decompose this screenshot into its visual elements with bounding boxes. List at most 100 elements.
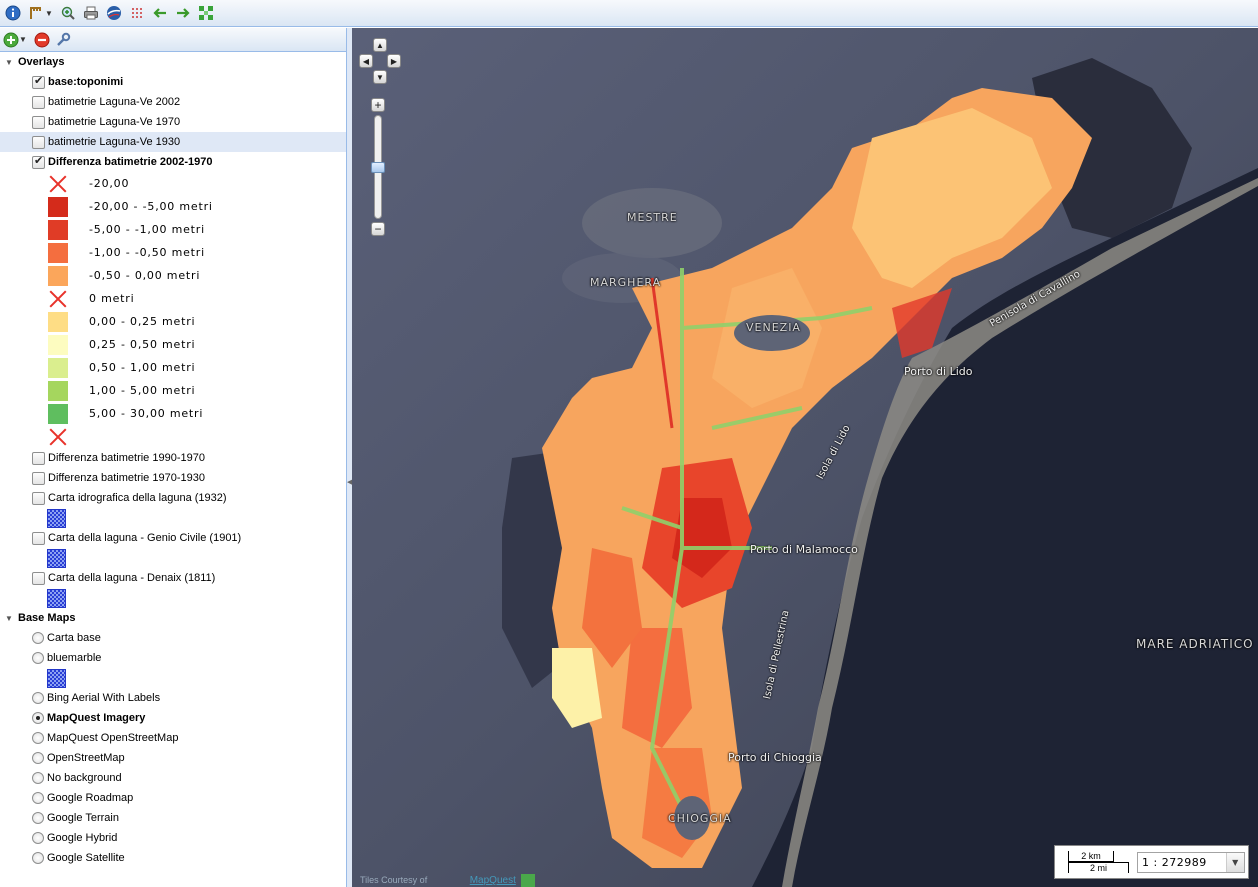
base-map-item[interactable]: MapQuest OpenStreetMap (0, 728, 346, 748)
legend-label: 0 metri (89, 292, 135, 305)
measure-dropdown-icon[interactable]: ▼ (45, 9, 53, 18)
base-map-radio[interactable] (32, 832, 44, 844)
layer-label: Differenza batimetrie 1970-1930 (48, 472, 205, 484)
base-map-item[interactable]: MapQuest Imagery (0, 708, 346, 728)
base-map-radio[interactable] (32, 692, 44, 704)
measure-clear-icon[interactable] (128, 4, 147, 23)
layer-checkbox[interactable] (32, 451, 45, 465)
attribution-link[interactable]: MapQuest (470, 875, 516, 886)
layer-checkbox[interactable] (32, 95, 45, 109)
legend-swatch (48, 265, 68, 286)
overlay-layer-item[interactable]: batimetrie Laguna-Ve 2002 (0, 92, 346, 112)
layer-checkbox[interactable] (32, 471, 45, 485)
legend-swatch (48, 357, 68, 378)
legend-row: 1,00 - 5,00 metri (0, 379, 346, 402)
add-layer-icon[interactable] (3, 32, 19, 48)
base-map-item[interactable]: Google Terrain (0, 808, 346, 828)
pan-down-button[interactable]: ▼ (373, 70, 387, 84)
zoom-slider-handle[interactable] (371, 162, 385, 173)
base-map-radio[interactable] (32, 652, 44, 664)
overlay-layer-item[interactable]: Carta idrografica della laguna (1932) (0, 488, 346, 508)
legend: -20,00 -20,00 - -5,00 metri -5,00 - -1,00 … (0, 172, 346, 448)
layer-legend-thumbnail (0, 508, 346, 528)
layer-panel-toolbar: ▼ (0, 28, 346, 52)
layer-checkbox[interactable] (32, 531, 45, 545)
base-map-radio[interactable] (32, 852, 44, 864)
base-map-radio[interactable] (32, 632, 44, 644)
overlay-layer-item[interactable]: batimetrie Laguna-Ve 1970 (0, 112, 346, 132)
scale-select[interactable]: 1 : 272989 ▼ (1137, 852, 1245, 873)
print-icon[interactable] (82, 4, 101, 23)
legend-row: -0,50 - 0,00 metri (0, 264, 346, 287)
overlays-folder[interactable]: ▼ Overlays (0, 52, 346, 72)
overlay-layer-item[interactable]: Carta della laguna - Denaix (1811) (0, 568, 346, 588)
layer-checkbox[interactable] (32, 491, 45, 505)
legend-label: -1,00 - -0,50 metri (89, 246, 205, 259)
map-label-venezia: VENEZIA (746, 321, 801, 334)
info-icon[interactable] (3, 4, 22, 23)
base-maps-folder[interactable]: ▼ Base Maps (0, 608, 346, 628)
add-layer-dropdown-icon[interactable]: ▼ (19, 35, 27, 44)
overlay-layer-item[interactable]: Differenza batimetrie 1970-1930 (0, 468, 346, 488)
base-map-item[interactable]: Google Hybrid (0, 828, 346, 848)
base-map-item[interactable]: Carta base (0, 628, 346, 648)
overlay-layer-item[interactable]: Differenza batimetrie 2002-1970 (0, 152, 346, 172)
overlay-layer-item[interactable]: Differenza batimetrie 1990-1970 (0, 448, 346, 468)
map-label-mare-adriatico: MARE ADRIATICO (1136, 637, 1254, 651)
base-map-item[interactable]: bluemarble (0, 648, 346, 668)
map-label-marghera: MARGHERA (590, 276, 662, 289)
layer-checkbox[interactable] (32, 154, 45, 169)
google-earth-icon[interactable] (105, 4, 124, 23)
back-arrow-icon[interactable] (151, 4, 170, 23)
layer-checkbox[interactable] (32, 115, 45, 129)
layer-label: OpenStreetMap (47, 752, 125, 764)
layer-label: MapQuest OpenStreetMap (47, 732, 179, 744)
overlay-layer-item[interactable]: batimetrie Laguna-Ve 1930 (0, 132, 346, 152)
zoom-in-icon[interactable] (59, 4, 78, 23)
forward-arrow-icon[interactable] (174, 4, 193, 23)
base-map-item[interactable]: No background (0, 768, 346, 788)
pan-up-button[interactable]: ▲ (373, 38, 387, 52)
legend-label: 0,00 - 0,25 metri (89, 315, 196, 328)
legend-label: -0,50 - 0,00 metri (89, 269, 201, 282)
layer-legend-thumbnail (0, 668, 346, 688)
layer-properties-icon[interactable] (55, 32, 71, 48)
legend-row: 5,00 - 30,00 metri (0, 402, 346, 425)
overlay-layer-item[interactable]: base:toponimi (0, 72, 346, 92)
layer-checkbox[interactable] (32, 135, 45, 149)
legend-swatch (48, 403, 68, 424)
legend-label: 5,00 - 30,00 metri (89, 407, 204, 420)
base-map-radio[interactable] (32, 792, 44, 804)
layer-label: Differenza batimetrie 1990-1970 (48, 452, 205, 464)
base-map-radio[interactable] (32, 812, 44, 824)
pan-left-button[interactable]: ◀ (359, 54, 373, 68)
mapquest-logo-icon (521, 874, 536, 887)
zoom-out-button[interactable]: − (371, 222, 385, 236)
base-map-item[interactable]: Bing Aerial With Labels (0, 688, 346, 708)
overlay-layer-item[interactable]: Carta della laguna - Genio Civile (1901) (0, 528, 346, 548)
map-viewport[interactable]: MESTRE MARGHERA VENEZIA Porto di Lido Pe… (352, 28, 1258, 887)
zoom-extent-icon[interactable] (197, 4, 216, 23)
base-map-item[interactable]: Google Satellite (0, 848, 346, 868)
layer-checkbox[interactable] (32, 74, 45, 89)
layer-label: Google Terrain (47, 812, 119, 824)
map-label-porto-chioggia: Porto di Chioggia (728, 751, 822, 764)
remove-layer-icon[interactable] (34, 32, 50, 48)
base-map-item[interactable]: OpenStreetMap (0, 748, 346, 768)
base-map-item[interactable]: Google Roadmap (0, 788, 346, 808)
base-map-radio[interactable] (32, 752, 44, 764)
chevron-down-icon[interactable]: ▼ (1226, 853, 1244, 872)
collapse-icon[interactable]: ▼ (3, 58, 15, 67)
layer-label: batimetrie Laguna-Ve 1930 (48, 136, 181, 148)
base-map-radio[interactable] (32, 712, 44, 724)
layer-label: Carta della laguna - Genio Civile (1901) (48, 532, 242, 544)
collapse-icon[interactable]: ▼ (3, 614, 15, 623)
base-map-radio[interactable] (32, 772, 44, 784)
layer-checkbox[interactable] (32, 571, 45, 585)
measure-icon[interactable] (26, 4, 45, 23)
layer-label: batimetrie Laguna-Ve 2002 (48, 96, 181, 108)
base-map-radio[interactable] (32, 732, 44, 744)
pan-right-button[interactable]: ▶ (387, 54, 401, 68)
zoom-in-button[interactable]: + (371, 98, 385, 112)
raster-pattern-icon (47, 548, 66, 568)
